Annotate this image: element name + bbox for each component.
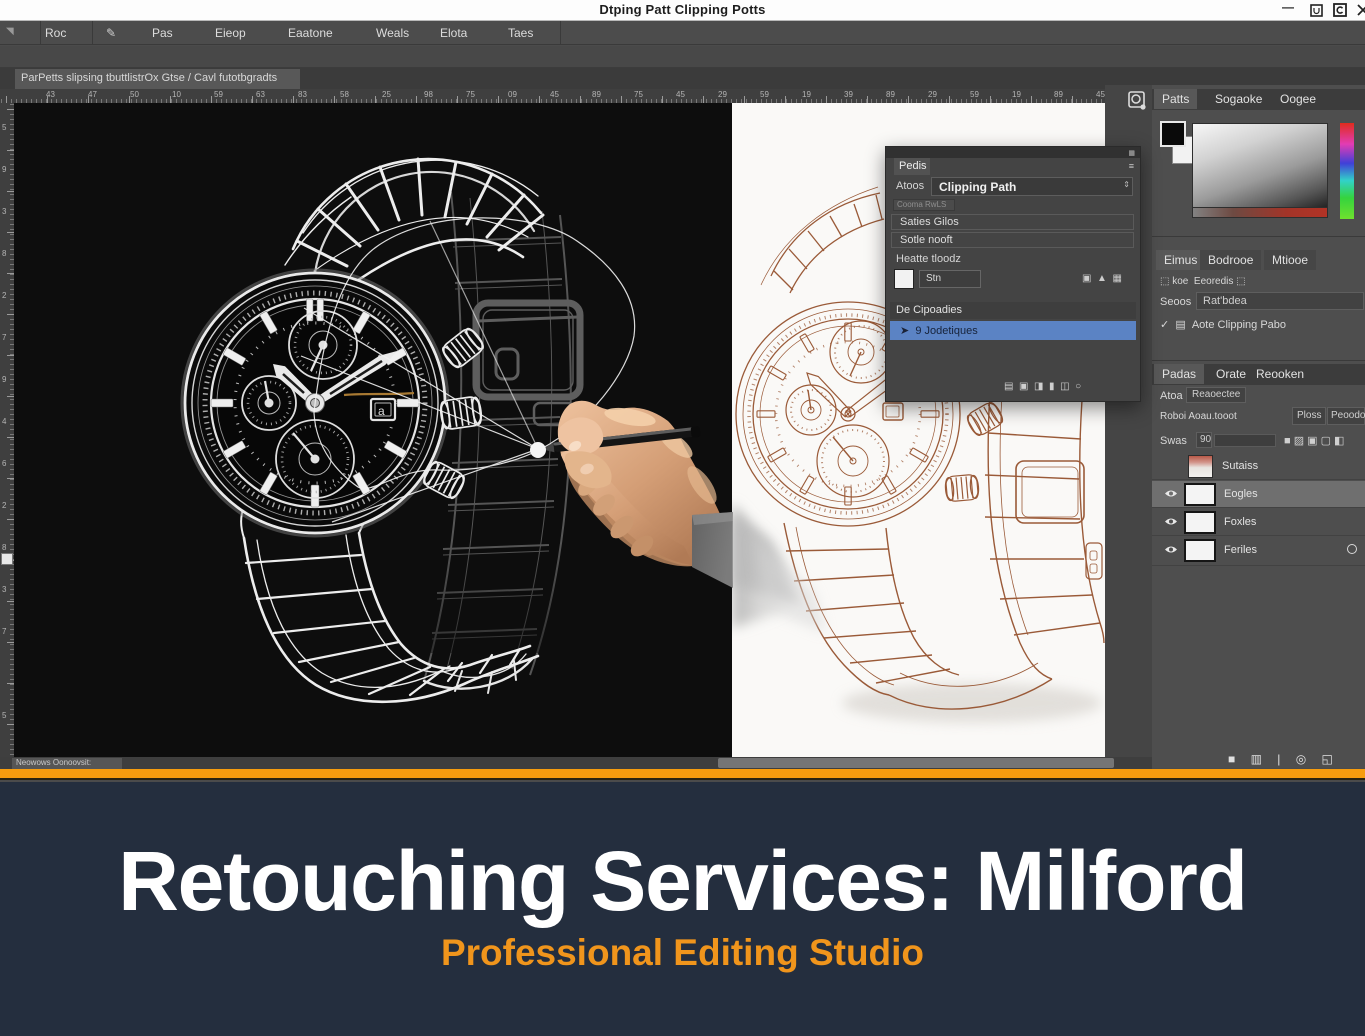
svg-text:a: a <box>378 404 385 418</box>
